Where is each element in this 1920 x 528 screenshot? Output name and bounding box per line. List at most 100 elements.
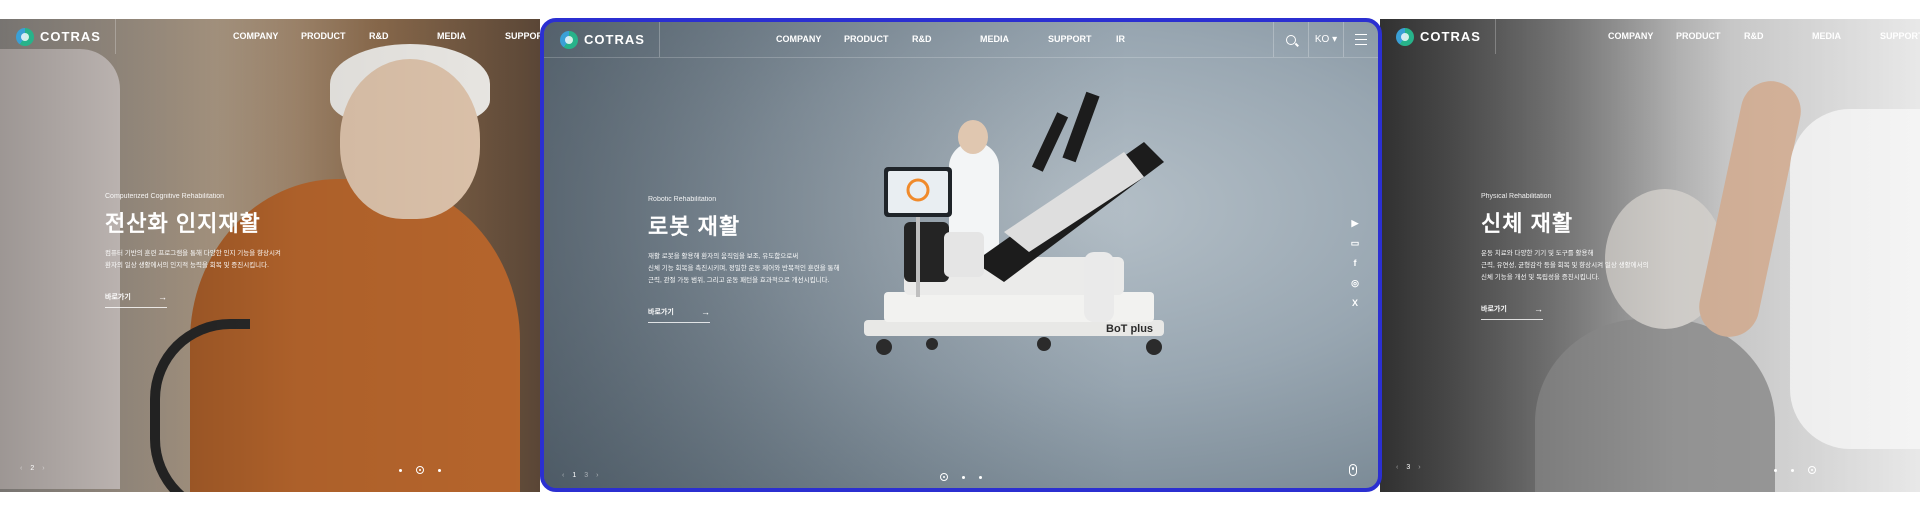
x-icon[interactable]: X [1350,298,1360,308]
nav-company[interactable]: COMPANY [233,31,301,41]
arrow-right-icon: → [701,307,710,317]
language-selector[interactable]: KO ▾ [1308,22,1343,57]
left-dots [399,466,441,474]
more-label: 바로가기 [1481,306,1507,313]
dot[interactable] [438,468,441,472]
chevron-right-icon[interactable]: › [1418,464,1420,471]
nav-support[interactable]: SUPPORT [505,31,540,41]
page-number-alt: 3 [584,472,589,479]
nav-rnd[interactable]: R&D [1744,31,1812,41]
header-tools: KO ▾ [1273,22,1378,57]
youtube-icon[interactable]: ▶ [1350,218,1360,228]
dot[interactable] [962,475,965,479]
brand-name: COTRAS [40,29,101,44]
main-pager: ‹ 1 3 › [562,472,599,479]
hero-title: 전산화 인지재활 [105,211,261,236]
dot[interactable] [979,475,982,479]
language-label: KO ▾ [1314,34,1338,45]
hero-description: 재활 로봇을 활용해 환자의 움직임을 보조, 유도함으로써 신체 기능 회복을… [648,253,840,284]
carousel-stage: COTRAS COMPANY PRODUCT R&D MEDIA SUPPORT… [0,0,1920,528]
therapist-figure [1790,109,1920,449]
logo-icon [560,30,578,49]
facebook-icon[interactable]: f [1350,258,1360,268]
more-label: 바로가기 [648,309,674,316]
search-button[interactable] [1273,22,1308,57]
hero-eyebrow: Computerized Cognitive Rehabilitation [105,193,225,200]
hero-title: 신체 재활 [1481,211,1574,236]
main-dots [940,473,982,481]
left-nav: COMPANY PRODUCT R&D MEDIA SUPPORT [233,31,540,41]
main-hero: Robotic Rehabilitation 로봇 재활 재활 로봇을 활용해 … [648,196,839,323]
slide-physical[interactable]: COTRAS COMPANY PRODUCT R&D MEDIA SUPPORT… [1380,19,1920,492]
nav-rnd[interactable]: R&D [369,31,437,41]
more-link[interactable]: 바로가기 → [1481,304,1543,320]
page-number: 3 [1406,464,1411,471]
nav-media[interactable]: MEDIA [980,34,1048,44]
dot[interactable] [1791,468,1794,472]
right-nav: COMPANY PRODUCT R&D MEDIA SUPPORT [1608,31,1920,41]
blog-icon[interactable]: ▭ [1350,238,1360,248]
slide-robotic[interactable]: COTRAS COMPANY PRODUCT R&D MEDIA SUPPORT… [540,18,1382,492]
nav-product[interactable]: PRODUCT [301,31,369,41]
instagram-icon[interactable]: ◎ [1350,278,1360,288]
left-hero: Computerized Cognitive Rehabilitation 전산… [105,193,281,308]
social-links: ▶ ▭ f ◎ X [1350,218,1360,309]
logo-icon [1396,27,1414,46]
right-hero: Physical Rehabilitation 신체 재활 운동 치료와 다양한… [1481,193,1649,320]
chevron-right-icon[interactable]: › [596,472,598,479]
chevron-right-icon[interactable]: › [42,465,44,472]
menu-button[interactable] [1343,22,1378,57]
hero-eyebrow: Robotic Rehabilitation [648,196,717,203]
right-header: COTRAS COMPANY PRODUCT R&D MEDIA SUPPORT [1380,19,1920,54]
chevron-left-icon[interactable]: ‹ [562,472,564,479]
nurse-figure [0,49,120,489]
dot[interactable] [1774,468,1777,472]
nav-rnd[interactable]: R&D [912,34,980,44]
nav-media[interactable]: MEDIA [1812,31,1880,41]
nav-support[interactable]: SUPPORT [1048,34,1116,44]
left-header: COTRAS COMPANY PRODUCT R&D MEDIA SUPPORT [0,19,540,54]
page-number: 2 [30,465,35,472]
more-link[interactable]: 바로가기 → [105,292,167,308]
left-pager: ‹ 2 › [20,465,45,472]
brand-logo[interactable]: COTRAS [0,19,116,54]
robot-device-image: BoT plus [864,91,1164,355]
more-label: 바로가기 [105,294,131,301]
page-number: 1 [572,472,577,479]
chevron-left-icon[interactable]: ‹ [20,465,22,472]
dot-active[interactable] [1808,466,1816,474]
right-dots [1774,466,1816,474]
arrow-right-icon: → [1534,304,1543,314]
brand-name: COTRAS [1420,29,1481,44]
brand-logo[interactable]: COTRAS [1380,19,1496,54]
main-header: COTRAS COMPANY PRODUCT R&D MEDIA SUPPORT… [544,22,1378,58]
hamburger-icon [1355,34,1367,45]
patient-back [1535,319,1775,492]
search-icon [1286,34,1296,45]
nav-ir[interactable]: IR [1116,34,1184,44]
patient-head [340,59,480,219]
nav-product[interactable]: PRODUCT [1676,31,1744,41]
brand-name: COTRAS [584,32,645,47]
nav-company[interactable]: COMPANY [1608,31,1676,41]
nav-product[interactable]: PRODUCT [844,34,912,44]
chevron-left-icon[interactable]: ‹ [1396,464,1398,471]
logo-icon [16,27,34,46]
more-link[interactable]: 바로가기 → [648,307,710,323]
nav-support[interactable]: SUPPORT [1880,31,1920,41]
product-label: BoT plus [1106,323,1153,335]
hero-description: 컴퓨터 기반의 훈련 프로그램을 통해 다양한 인지 기능을 향상시켜 환자의 … [105,250,281,269]
hero-title: 로봇 재활 [648,214,741,239]
nav-company[interactable]: COMPANY [776,34,844,44]
nav-media[interactable]: MEDIA [437,31,505,41]
brand-logo[interactable]: COTRAS [544,22,660,57]
dot-active[interactable] [416,466,424,474]
right-pager: ‹ 3 › [1396,464,1421,471]
arrow-right-icon: → [158,292,167,302]
hero-description: 운동 치료와 다양한 기기 및 도구를 활용해 근력, 유연성, 균형감각 등을… [1481,250,1649,281]
hero-eyebrow: Physical Rehabilitation [1481,193,1552,200]
dot-active[interactable] [940,473,948,481]
dot[interactable] [399,468,402,472]
scroll-mouse-icon[interactable] [1349,464,1357,476]
slide-cognitive[interactable]: COTRAS COMPANY PRODUCT R&D MEDIA SUPPORT… [0,19,540,492]
